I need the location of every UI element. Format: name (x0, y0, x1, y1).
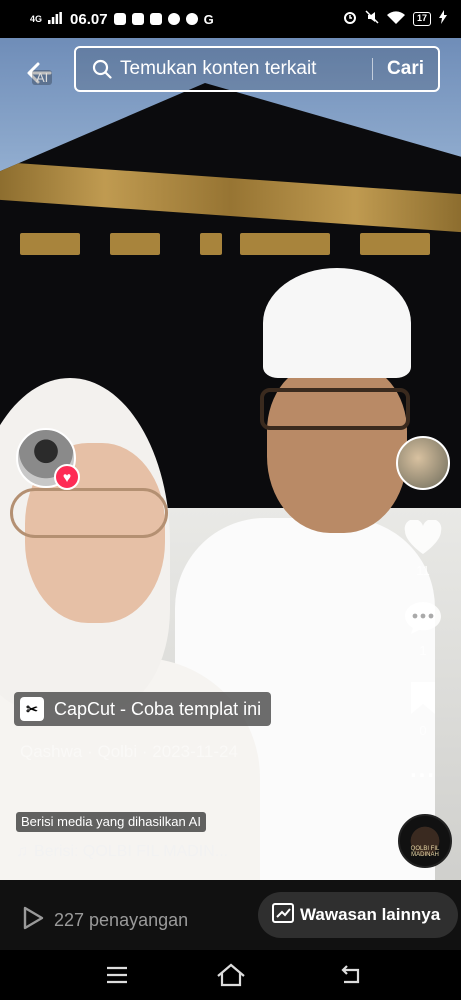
search-bar[interactable]: Temukan konten terkait Cari (74, 46, 440, 92)
capcut-template-chip[interactable]: ✂ CapCut - Coba templat ini (14, 692, 272, 726)
system-nav-bar (0, 950, 461, 1000)
status-bar: 4G 06.07 G 17 (0, 0, 461, 38)
wifi-icon (386, 10, 405, 28)
insights-label: Wawasan lainnya (300, 905, 441, 924)
battery-indicator: 17 (412, 12, 431, 26)
save-action[interactable]: 0 (400, 680, 446, 738)
mute-icon (365, 10, 379, 28)
bottom-bar: 227 penayangan Wawasan lainnya (0, 880, 461, 950)
home-icon[interactable] (216, 962, 246, 988)
google-icon: G (203, 11, 214, 27)
music-disc-label: QOLBI FIL MADINAH (410, 846, 440, 858)
capcut-logo-icon: ✂ (20, 697, 44, 721)
view-count: 227 penayangan (22, 906, 188, 935)
search-button[interactable]: Cari (373, 58, 438, 80)
music-note-icon: ♫ (16, 843, 28, 860)
signal-icon (48, 11, 62, 28)
sync-notification-icon (185, 13, 198, 25)
comment-action[interactable]: 1 (400, 600, 446, 658)
mail-notification-icon (149, 13, 162, 25)
ai-chip: AI (32, 70, 53, 85)
charging-icon (439, 10, 447, 28)
next-creator-avatar[interactable] (396, 436, 450, 490)
play-icon (22, 906, 44, 935)
sound-title: Berisi: QOLBI FIL MADIN... (34, 843, 229, 860)
comment-count: 1 (419, 643, 427, 658)
alarm-icon (343, 10, 357, 28)
music-disc[interactable]: QOLBI FIL MADINAH (398, 814, 452, 868)
view-count-label: 227 penayangan (54, 910, 189, 930)
search-input[interactable]: Temukan konten terkait (120, 58, 372, 80)
follow-heart-icon[interactable]: ♥ (54, 464, 80, 490)
ai-generated-label: Berisi media yang dihasilkan AI (16, 812, 206, 832)
video-caption[interactable]: Qashwa · Qolbi · 2023-11-24 (20, 742, 238, 762)
chart-icon (272, 902, 294, 928)
like-action[interactable]: 11 (400, 519, 446, 578)
like-count: 11 (416, 563, 430, 578)
shopping-notification-icon (131, 13, 144, 25)
bookmark-icon[interactable] (407, 682, 439, 720)
heart-icon[interactable] (403, 519, 443, 560)
back-icon[interactable] (338, 962, 364, 988)
youtube-notification-icon (113, 13, 126, 25)
chat-notification-icon (167, 13, 180, 25)
creator-avatar[interactable]: ♥ (16, 428, 80, 490)
menu-icon[interactable] (104, 962, 130, 988)
clock: 06.07 (70, 10, 108, 28)
network-indicator: 4G (30, 13, 43, 24)
save-count: 0 (419, 723, 427, 738)
insights-button[interactable]: Wawasan lainnya (258, 892, 458, 938)
search-icon (92, 59, 112, 79)
sound-info[interactable]: ♫ Berisi: QOLBI FIL MADIN... (16, 843, 228, 861)
more-icon[interactable]: ... (400, 756, 446, 784)
capcut-label: CapCut - Coba templat ini (54, 698, 262, 719)
comment-icon[interactable] (403, 602, 443, 640)
